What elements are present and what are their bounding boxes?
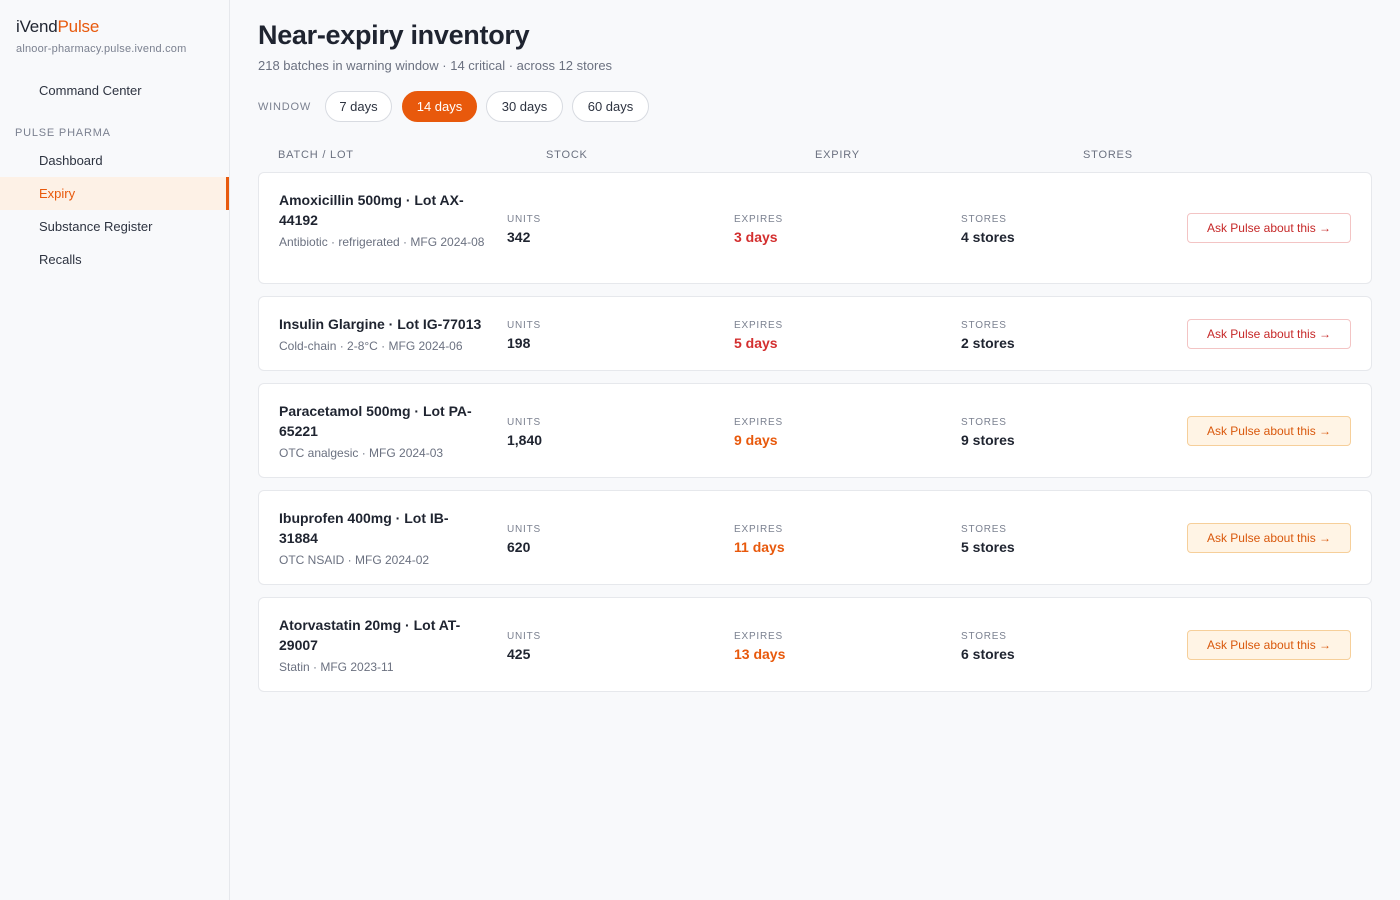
stores-value: 9 stores [961, 432, 1015, 448]
expires-value: 13 days [734, 646, 786, 662]
units-label: UNITS [507, 320, 541, 331]
batch-row: Ibuprofen 400mg · Lot IB-31884 OTC NSAID… [258, 490, 1372, 585]
units-value: 425 [507, 646, 531, 662]
stores-value: 6 stores [961, 646, 1015, 662]
expires-label: EXPIRES [734, 524, 783, 535]
units-value: 1,840 [507, 432, 543, 448]
window-option-30-days[interactable]: 30 days [486, 91, 563, 122]
expires-value: 3 days [734, 229, 778, 245]
expires-value: 11 days [734, 539, 785, 555]
batch-meta: OTC NSAID · MFG 2024-02 [279, 553, 430, 567]
ask-pulse-button[interactable]: Ask Pulse about this → [1187, 319, 1351, 349]
brand-logo[interactable]: iVendPulse [16, 17, 99, 37]
batch-row: Atorvastatin 20mg · Lot AT-29007 Statin … [258, 597, 1372, 692]
column-header-batch: BATCH / LOT [278, 149, 354, 161]
batch-meta: OTC analgesic · MFG 2024-03 [279, 446, 444, 460]
sidebar-item-expiry[interactable]: Expiry [0, 177, 229, 210]
ask-pulse-button[interactable]: Ask Pulse about this → [1187, 416, 1351, 446]
units-label: UNITS [507, 214, 541, 225]
brand-name-part2: Pulse [57, 17, 100, 36]
expires-label: EXPIRES [734, 214, 783, 225]
batch-row: Insulin Glargine · Lot IG-77013 Cold-cha… [258, 296, 1372, 371]
batch-meta: Statin · MFG 2023-11 [279, 660, 394, 674]
units-value: 342 [507, 229, 531, 245]
window-option-60-days[interactable]: 60 days [572, 91, 649, 122]
column-header-stores: STORES [1083, 149, 1133, 161]
stores-label: STORES [961, 631, 1007, 642]
stores-value: 5 stores [961, 539, 1015, 555]
batch-name: Amoxicillin 500mg · Lot AX-44192 [279, 192, 464, 228]
expires-label: EXPIRES [734, 320, 783, 331]
tenant-domain: alnoor-pharmacy.pulse.ivend.com [16, 43, 187, 55]
batch-row: Amoxicillin 500mg · Lot AX-44192 Antibio… [258, 172, 1372, 284]
stores-label: STORES [961, 214, 1007, 225]
batch-name: Atorvastatin 20mg · Lot AT-29007 [279, 617, 461, 653]
brand-name-part1: iVend [16, 17, 58, 36]
batch-meta: Antibiotic · refrigerated · MFG 2024-08 [279, 235, 485, 249]
expires-label: EXPIRES [734, 417, 783, 428]
stores-label: STORES [961, 417, 1007, 428]
nav-section-label: PULSE PHARMA [15, 127, 111, 139]
batch-name: Paracetamol 500mg · Lot PA-65221 [279, 403, 472, 439]
ask-pulse-button[interactable]: Ask Pulse about this → [1187, 630, 1351, 660]
window-option-7-days[interactable]: 7 days [325, 91, 392, 122]
column-header-stock: STOCK [546, 149, 588, 161]
batch-row: Paracetamol 500mg · Lot PA-65221 OTC ana… [258, 383, 1372, 478]
units-label: UNITS [507, 524, 541, 535]
batch-name: Ibuprofen 400mg · Lot IB-31884 [279, 510, 449, 546]
ask-pulse-button[interactable]: Ask Pulse about this → [1187, 523, 1351, 553]
page-title: Near-expiry inventory [258, 20, 530, 50]
ask-pulse-button[interactable]: Ask Pulse about this → [1187, 213, 1351, 243]
stores-value: 2 stores [961, 335, 1015, 351]
sidebar: iVendPulse alnoor-pharmacy.pulse.ivend.c… [0, 0, 230, 900]
units-value: 198 [507, 335, 531, 351]
sidebar-item-substance-register[interactable]: Substance Register [0, 210, 229, 243]
window-option-14-days[interactable]: 14 days [402, 91, 477, 122]
batch-meta: Cold-chain · 2-8°C · MFG 2024-06 [279, 339, 463, 353]
column-header-expiry: EXPIRY [815, 149, 860, 161]
stores-label: STORES [961, 320, 1007, 331]
expires-label: EXPIRES [734, 631, 783, 642]
window-filter-label: WINDOW [258, 101, 312, 113]
expires-value: 9 days [734, 432, 778, 448]
page-subtitle: 218 batches in warning window · 14 criti… [258, 58, 613, 73]
sidebar-item-command-center[interactable]: Command Center [0, 74, 229, 107]
sidebar-item-recalls[interactable]: Recalls [0, 243, 229, 276]
units-label: UNITS [507, 631, 541, 642]
units-value: 620 [507, 539, 531, 555]
expires-value: 5 days [734, 335, 778, 351]
batch-name: Insulin Glargine · Lot IG-77013 [279, 316, 482, 332]
sidebar-item-dashboard[interactable]: Dashboard [0, 144, 229, 177]
stores-label: STORES [961, 524, 1007, 535]
stores-value: 4 stores [961, 229, 1015, 245]
units-label: UNITS [507, 417, 541, 428]
